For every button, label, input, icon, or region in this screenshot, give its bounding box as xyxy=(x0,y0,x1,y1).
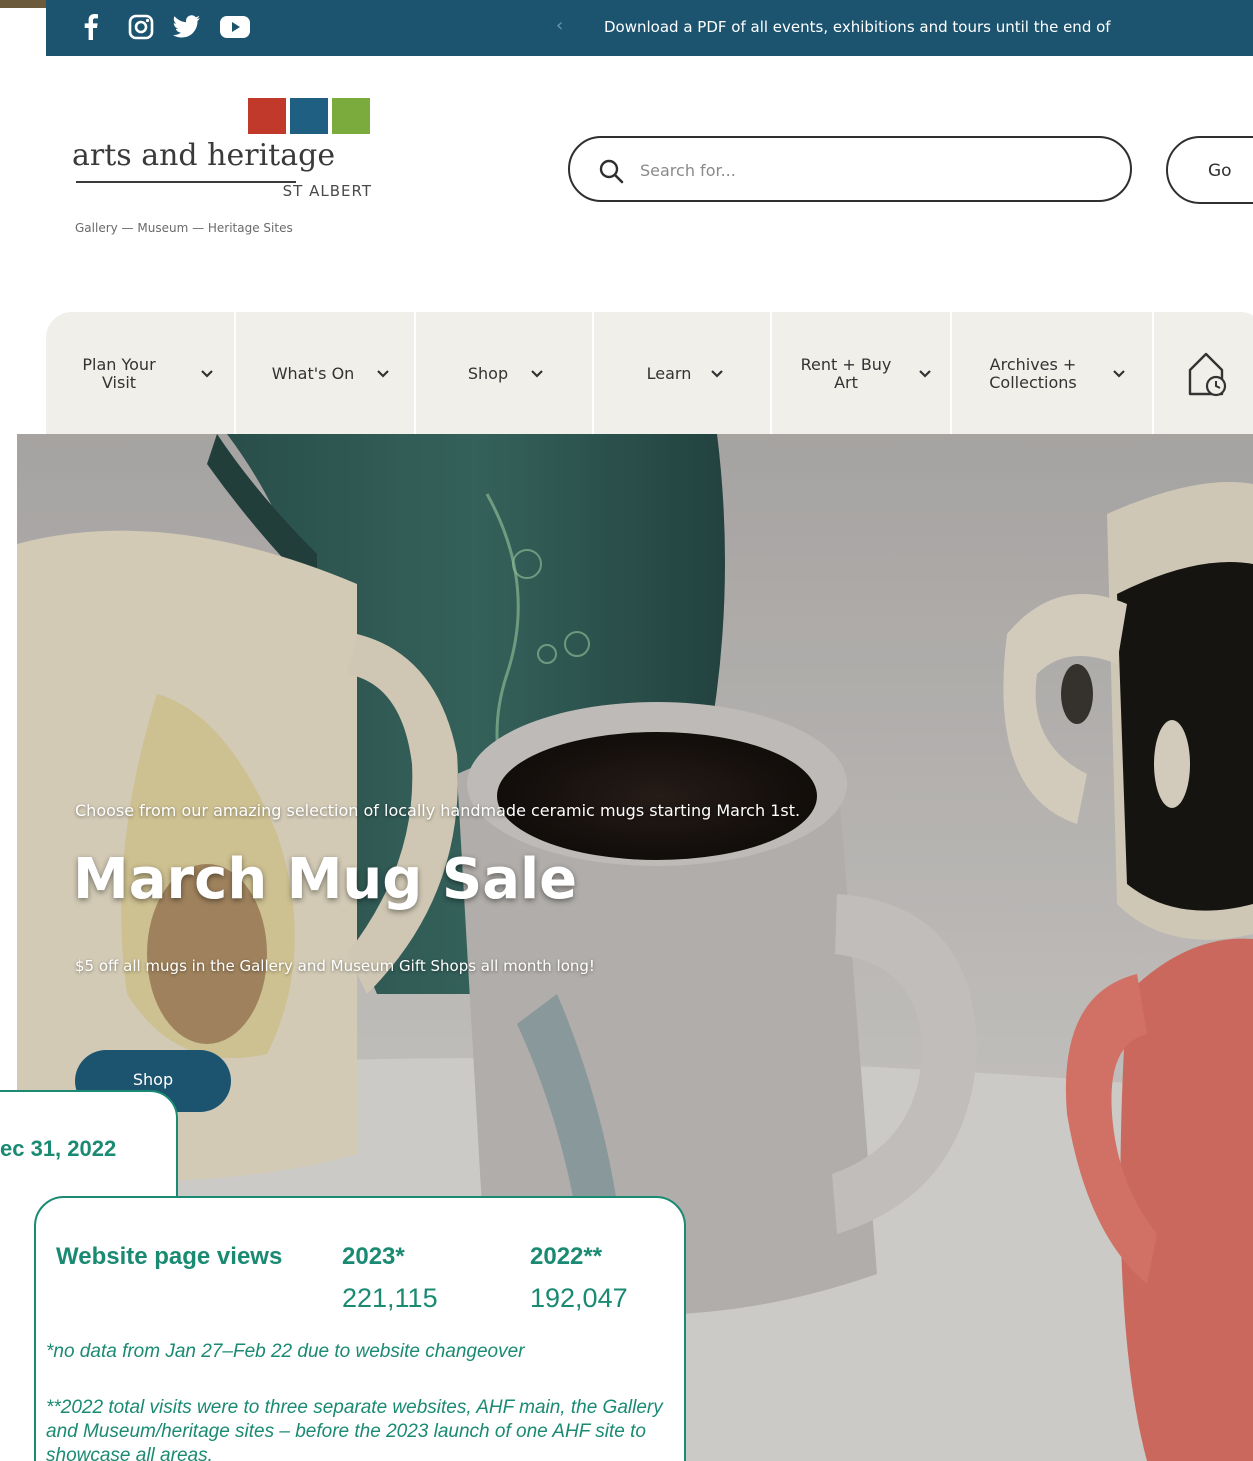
stat-label: Website page views xyxy=(56,1243,283,1270)
nav-item-archives-collections[interactable]: Archives + Collections xyxy=(954,312,1154,436)
hero-eyebrow: Choose from our amazing selection of loc… xyxy=(75,801,801,820)
stat-year-2023: 2023* xyxy=(342,1243,405,1270)
nav-item-rent-buy-art[interactable]: Rent + Buy Art xyxy=(774,312,952,436)
search-box xyxy=(568,136,1132,202)
youtube-icon[interactable] xyxy=(218,12,252,42)
page: ‹ Download a PDF of all events, exhibiti… xyxy=(0,0,1253,1461)
stat-value-2022: 192,047 xyxy=(530,1283,628,1313)
facebook-icon[interactable] xyxy=(74,12,108,42)
chevron-down-icon xyxy=(711,370,723,378)
logo-square-red xyxy=(248,98,286,134)
announcement-prev-arrow[interactable]: ‹ xyxy=(556,12,563,40)
main-nav: Plan Your Visit What's On Shop Learn Ren… xyxy=(46,312,1253,436)
search-icon xyxy=(599,159,624,184)
home-clock-icon[interactable] xyxy=(1186,348,1230,400)
website-stats-card: Website page views 2023* 221,115 2022** … xyxy=(34,1196,686,1461)
stat-year-2022: 2022** xyxy=(530,1243,603,1270)
stat-footnote-1: *no data from Jan 27–Feb 22 due to websi… xyxy=(46,1341,525,1362)
instagram-icon[interactable] xyxy=(124,12,158,42)
nav-label: Shop xyxy=(467,364,509,383)
nav-label: What's On xyxy=(271,364,355,383)
nav-item-plan-your-visit[interactable]: Plan Your Visit xyxy=(46,312,236,436)
nav-label: Archives + Collections xyxy=(989,355,1077,392)
hero-title: March Mug Sale xyxy=(73,847,578,912)
announcement-bar: ‹ Download a PDF of all events, exhibiti… xyxy=(46,0,1253,56)
nav-label: Learn xyxy=(646,364,692,383)
search-input[interactable] xyxy=(640,152,1100,188)
nav-label: Rent + Buy Art xyxy=(800,355,892,392)
chevron-down-icon xyxy=(377,370,389,378)
logo-name: arts and heritage xyxy=(72,138,336,173)
hero-subtitle: $5 off all mugs in the Gallery and Museu… xyxy=(75,957,595,975)
logo-tagline: Gallery — Museum — Heritage Sites xyxy=(75,221,293,235)
chevron-down-icon xyxy=(201,370,213,378)
search-go-button[interactable]: Go xyxy=(1166,136,1253,204)
chevron-down-icon xyxy=(919,370,931,378)
back-stat-card-date: ec 31, 2022 xyxy=(0,1136,117,1161)
logo-city: ST ALBERT xyxy=(282,182,372,200)
chevron-down-icon xyxy=(1113,370,1125,378)
stat-value-2023: 221,115 xyxy=(342,1283,438,1313)
nav-item-whats-on[interactable]: What's On xyxy=(238,312,416,436)
hero-shop-label: Shop xyxy=(132,1070,174,1089)
announcement-text[interactable]: Download a PDF of all events, exhibition… xyxy=(604,15,1253,39)
stat-footnote-2: **2022 total visits were to three separa… xyxy=(46,1397,663,1461)
search-go-label: Go xyxy=(1208,161,1232,181)
chevron-down-icon xyxy=(531,370,543,378)
nav-item-learn[interactable]: Learn xyxy=(596,312,772,436)
nav-label: Plan Your Visit xyxy=(82,355,156,392)
logo-square-blue xyxy=(290,98,328,134)
logo-square-green xyxy=(332,98,370,134)
twitter-icon[interactable] xyxy=(170,12,204,42)
nav-item-shop[interactable]: Shop xyxy=(418,312,594,436)
